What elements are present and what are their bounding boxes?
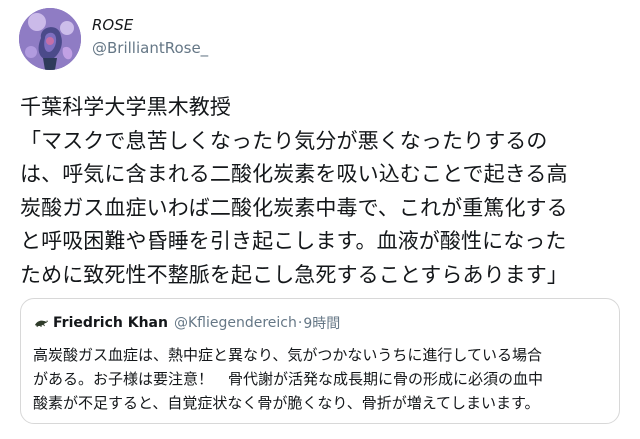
tweet-text-line: は、呼気に含まれる二酸化炭素を吸い込むことで起きる高 xyxy=(20,162,568,186)
tweet-text-line: 「マスクで息苦しくなったり気分が悪くなったりするの xyxy=(20,128,548,153)
quoted-user-handle[interactable]: @Kfliegendereich xyxy=(174,315,297,331)
display-name[interactable]: ROSE xyxy=(92,16,133,34)
quoted-tweet-text: 高炭酸ガス血症は、熱中症と異なり、気がつかないうちに進行している場合 がある。お… xyxy=(33,343,613,415)
quoted-tweet-card[interactable]: Friedrich Khan @Kfliegendereich · 9時間 高炭… xyxy=(20,298,620,424)
avatar-image xyxy=(19,8,81,70)
quoted-text-line: 高炭酸ガス血症は、熱中症と異なり、気がつかないうちに進行している場合 xyxy=(33,346,542,364)
rose-avatar-icon[interactable] xyxy=(19,8,81,70)
tweet: ROSE @BrilliantRose_ 千葉科学大学黒木教授 「マスクで息苦し… xyxy=(0,0,640,439)
user-handle[interactable]: @BrilliantRose_ xyxy=(92,39,208,57)
quoted-tweet-header: Friedrich Khan @Kfliegendereich · 9時間 xyxy=(33,313,340,333)
tweet-text-line: と呼吸困難や昏睡を引き起こします。血液が酸性になった xyxy=(20,229,567,253)
quoted-text-line: 酸素が不足すると、自覚症状なく骨が脆くなり、骨折が増えてしまいます。 xyxy=(33,394,540,412)
tweet-text-line: ために致死性不整脈を起こし急死することすらあります」 xyxy=(20,262,568,287)
quoted-text-line: がある。お子様は要注意！ 骨代謝が活発な成長期に骨の形成に必須の血中 xyxy=(33,370,544,388)
lizard-avatar-icon xyxy=(33,315,49,331)
tweet-text: 千葉科学大学黒木教授 「マスクで息苦しくなったり気分が悪くなったりするの は、呼… xyxy=(20,91,620,292)
quoted-timestamp[interactable]: 9時間 xyxy=(303,313,340,333)
tweet-text-line: 炭酸ガス血症いわば二酸化炭素中毒で、これが重篤化する xyxy=(20,195,568,220)
separator-dot: · xyxy=(297,315,303,331)
tweet-text-line: 千葉科学大学黒木教授 xyxy=(20,95,231,119)
quoted-display-name[interactable]: Friedrich Khan xyxy=(53,315,168,331)
